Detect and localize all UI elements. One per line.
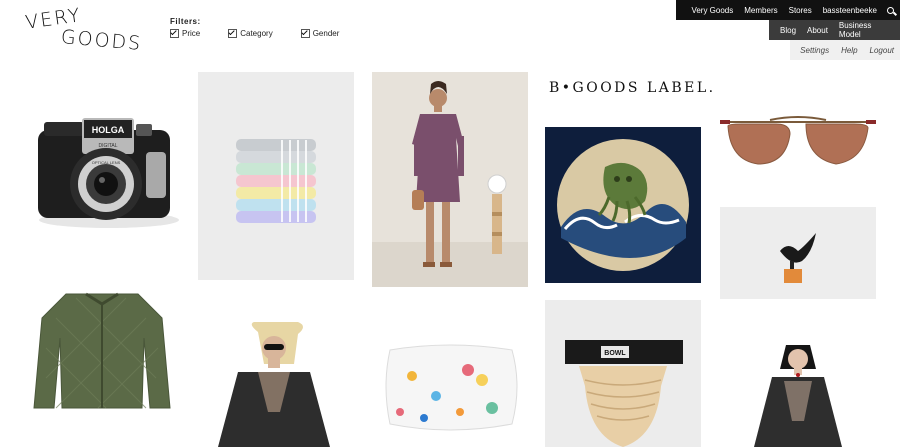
filter-price-label: Price <box>182 29 201 38</box>
checkbox-checked-icon[interactable] <box>228 29 238 38</box>
checkbox-checked-icon[interactable] <box>170 29 179 38</box>
product-sheer-dress[interactable] <box>720 345 876 447</box>
filter-price[interactable]: Price <box>170 29 200 38</box>
nav-members[interactable]: Members <box>744 6 777 15</box>
product-bird-figurine[interactable] <box>720 207 876 299</box>
filter-gender-label: Gender <box>312 29 340 38</box>
product-purple-dress[interactable] <box>372 72 528 287</box>
site-logo[interactable]: VERY GOODS <box>24 4 143 55</box>
nav-blog[interactable]: Blog <box>780 26 796 35</box>
nav-business-model[interactable]: Business Model <box>839 21 894 39</box>
camera-lens-label: OPTICAL LENS <box>92 160 121 165</box>
filters-panel: Filters: Price Category Gender <box>170 17 367 38</box>
product-sunglasses[interactable] <box>720 90 876 190</box>
search-icon[interactable] <box>887 6 894 14</box>
product-quilted-jacket[interactable] <box>26 288 178 418</box>
product-wave-print[interactable] <box>545 127 701 283</box>
secondary-nav: Blog About Business Model <box>769 20 900 40</box>
filter-category-label: Category <box>240 29 273 38</box>
filter-gender[interactable]: Gender <box>300 29 340 38</box>
product-sheer-top[interactable] <box>198 322 354 447</box>
nav-about[interactable]: About <box>807 26 828 35</box>
nav-stores[interactable]: Stores <box>789 6 812 15</box>
primary-nav: Very Goods Members Stores bassteenbeeke <box>676 0 900 20</box>
product-towels[interactable] <box>198 72 354 280</box>
logo-line-2: GOODS <box>60 26 144 56</box>
nav-logout[interactable]: Logout <box>870 46 894 55</box>
nav-user[interactable]: bassteenbeeke <box>823 6 877 15</box>
camera-brand: HOLGA <box>92 125 125 135</box>
product-camera[interactable]: HOLGA DIGITAL OPTICAL LENS <box>24 92 184 242</box>
filter-category[interactable]: Category <box>228 29 273 38</box>
nav-very-goods[interactable]: Very Goods <box>691 6 733 15</box>
nav-help[interactable]: Help <box>841 46 857 55</box>
product-wood-bowl[interactable]: BOWL <box>545 300 701 447</box>
filters-title: Filters: <box>170 17 201 26</box>
nav-settings[interactable]: Settings <box>800 46 829 55</box>
checkbox-checked-icon[interactable] <box>300 29 310 38</box>
brand-label-banner[interactable]: B•GOODS LABEL. <box>549 80 716 96</box>
bowl-label: BOWL <box>604 350 626 357</box>
utility-nav: Settings Help Logout <box>790 40 900 60</box>
product-pillow[interactable] <box>372 320 528 447</box>
